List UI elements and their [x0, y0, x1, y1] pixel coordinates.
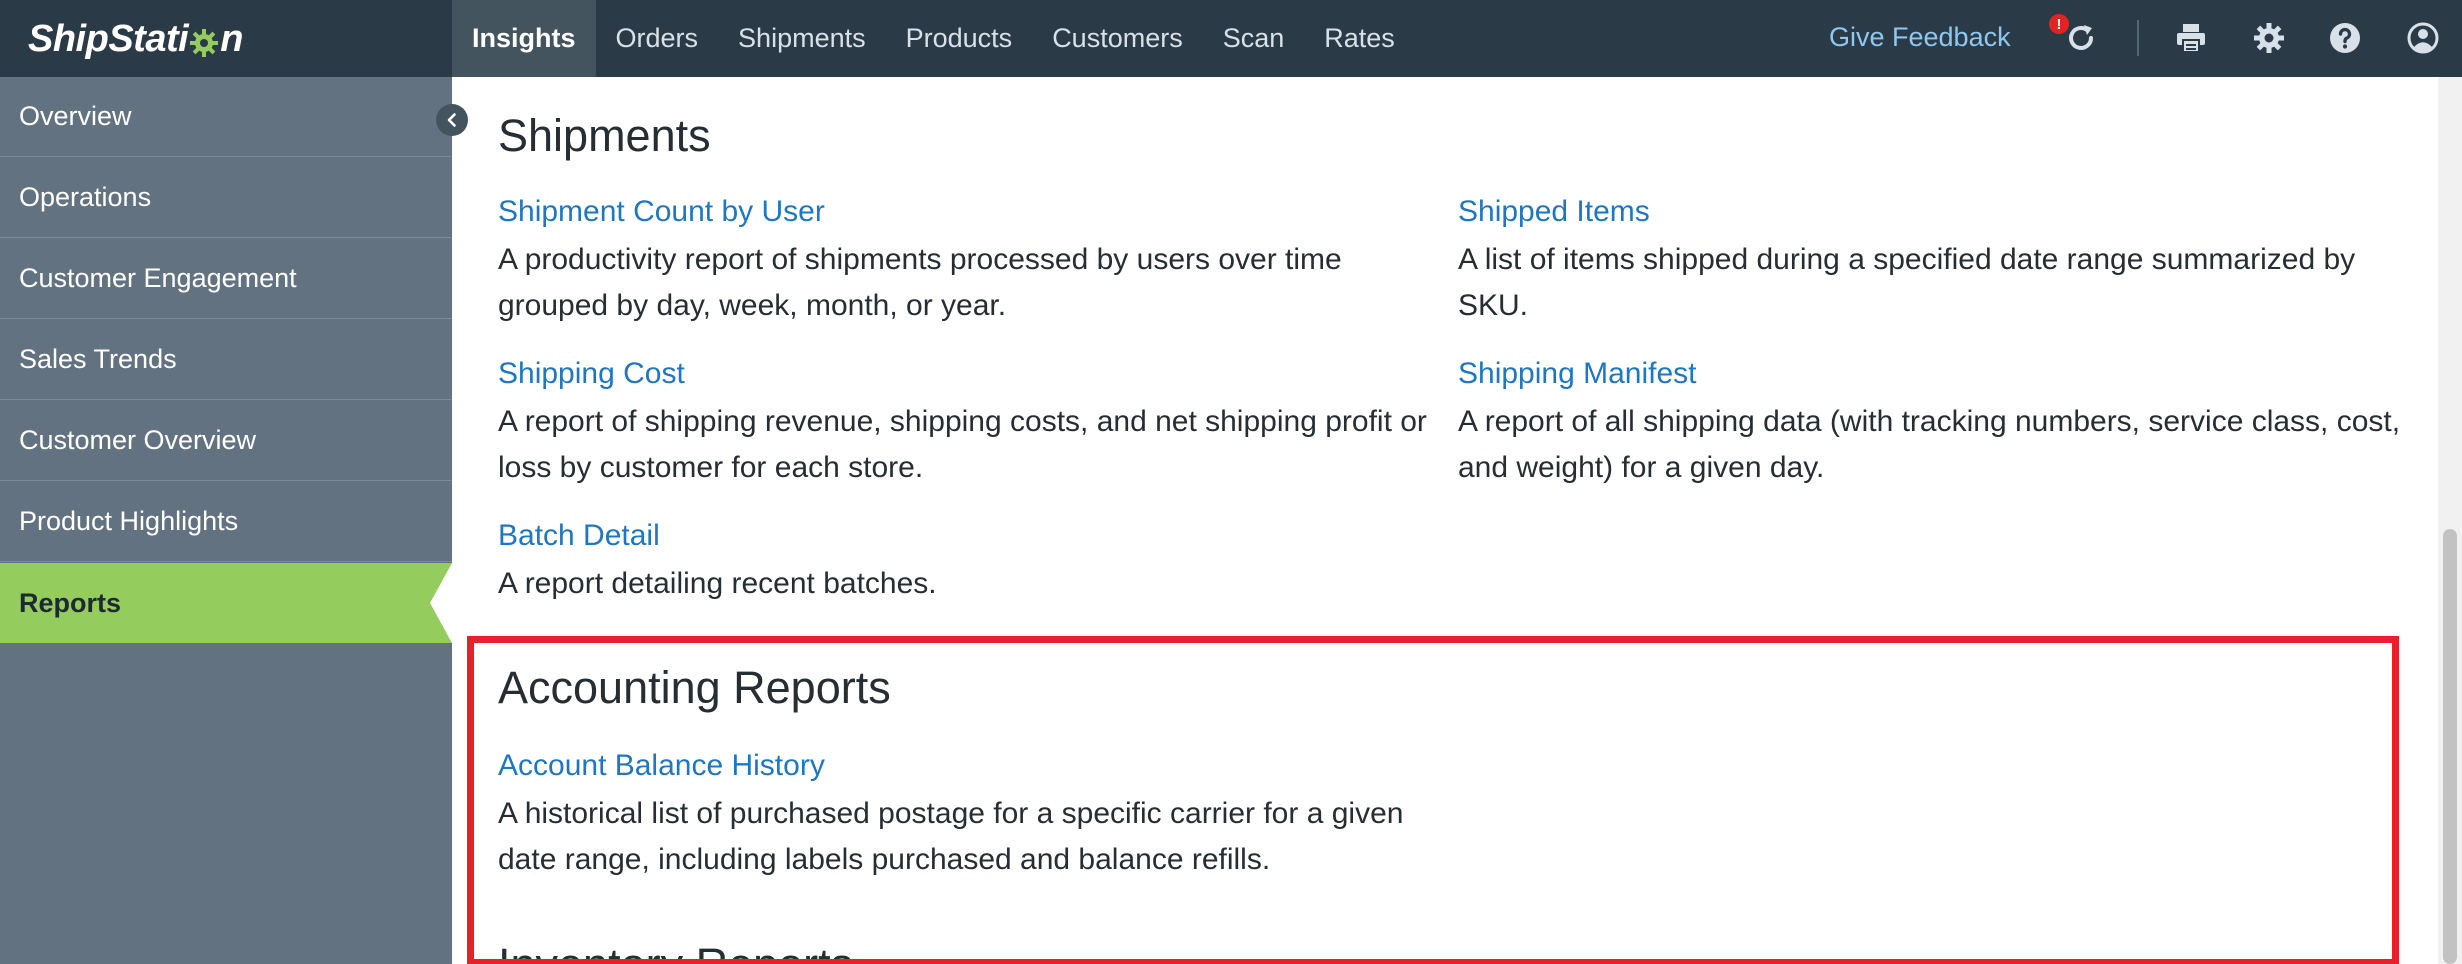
user-icon[interactable]: [2403, 18, 2443, 58]
toolbar-divider: [2137, 20, 2139, 56]
give-feedback-link[interactable]: Give Feedback: [1829, 22, 2011, 53]
sidebar-item-reports[interactable]: Reports: [0, 563, 452, 643]
scrollbar[interactable]: [2438, 77, 2462, 964]
nav-item-shipments[interactable]: Shipments: [718, 0, 886, 77]
reports-content: Shipments Shipment Count by User A produ…: [452, 77, 2438, 964]
sidebar-item-customer-engagement[interactable]: Customer Engagement: [0, 239, 452, 319]
sidebar: Overview Operations Customer Engagement …: [0, 77, 452, 964]
shipstation-logo[interactable]: ShipStati n: [28, 14, 243, 64]
sidebar-item-operations[interactable]: Operations: [0, 158, 452, 238]
help-icon[interactable]: [2325, 18, 2365, 58]
nav-item-orders[interactable]: Orders: [596, 0, 719, 77]
main-nav: Insights Orders Shipments Products Custo…: [452, 0, 1415, 77]
report-link-shipping-cost[interactable]: Shipping Cost: [498, 357, 685, 391]
top-bar: ShipStati n Insights Orders Shipments Pr…: [0, 0, 2462, 77]
report-desc-shipping-manifest: A report of all shipping data (with trac…: [1458, 405, 2401, 484]
active-indicator: [430, 563, 452, 643]
sidebar-item-customer-overview[interactable]: Customer Overview: [0, 401, 452, 481]
logo-text-start: ShipStati: [28, 17, 189, 60]
report-desc-shipping-cost: A report of shipping revenue, shipping c…: [498, 405, 1427, 484]
logo-text-end: n: [220, 17, 243, 60]
section-title-shipments: Shipments: [498, 110, 711, 161]
report-link-shipment-count-by-user[interactable]: Shipment Count by User: [498, 195, 825, 229]
notification-badge[interactable]: !: [2049, 14, 2069, 34]
report-link-shipping-manifest[interactable]: Shipping Manifest: [1458, 357, 1696, 391]
report-link-batch-detail[interactable]: Batch Detail: [498, 519, 660, 553]
sidebar-item-sales-trends[interactable]: Sales Trends: [0, 320, 452, 400]
logo-gear-icon: [189, 25, 219, 57]
report-desc-batch-detail: A report detailing recent batches.: [498, 567, 937, 600]
nav-item-scan[interactable]: Scan: [1203, 0, 1305, 77]
sidebar-item-product-highlights[interactable]: Product Highlights: [0, 482, 452, 562]
printer-icon[interactable]: [2171, 18, 2211, 58]
nav-item-rates[interactable]: Rates: [1304, 0, 1415, 77]
report-link-shipped-items[interactable]: Shipped Items: [1458, 195, 1650, 229]
report-desc-shipped-items: A list of items shipped during a specifi…: [1458, 243, 2356, 322]
sidebar-item-label: Reports: [19, 587, 122, 618]
sidebar-item-overview[interactable]: Overview: [0, 77, 452, 157]
highlight-box: [467, 636, 2399, 964]
scrollbar-thumb[interactable]: [2443, 529, 2457, 964]
nav-item-products[interactable]: Products: [886, 0, 1033, 77]
gear-icon[interactable]: [2249, 18, 2289, 58]
nav-item-insights[interactable]: Insights: [452, 0, 596, 77]
nav-item-customers[interactable]: Customers: [1032, 0, 1203, 77]
report-desc-shipment-count-by-user: A productivity report of shipments proce…: [498, 243, 1342, 322]
